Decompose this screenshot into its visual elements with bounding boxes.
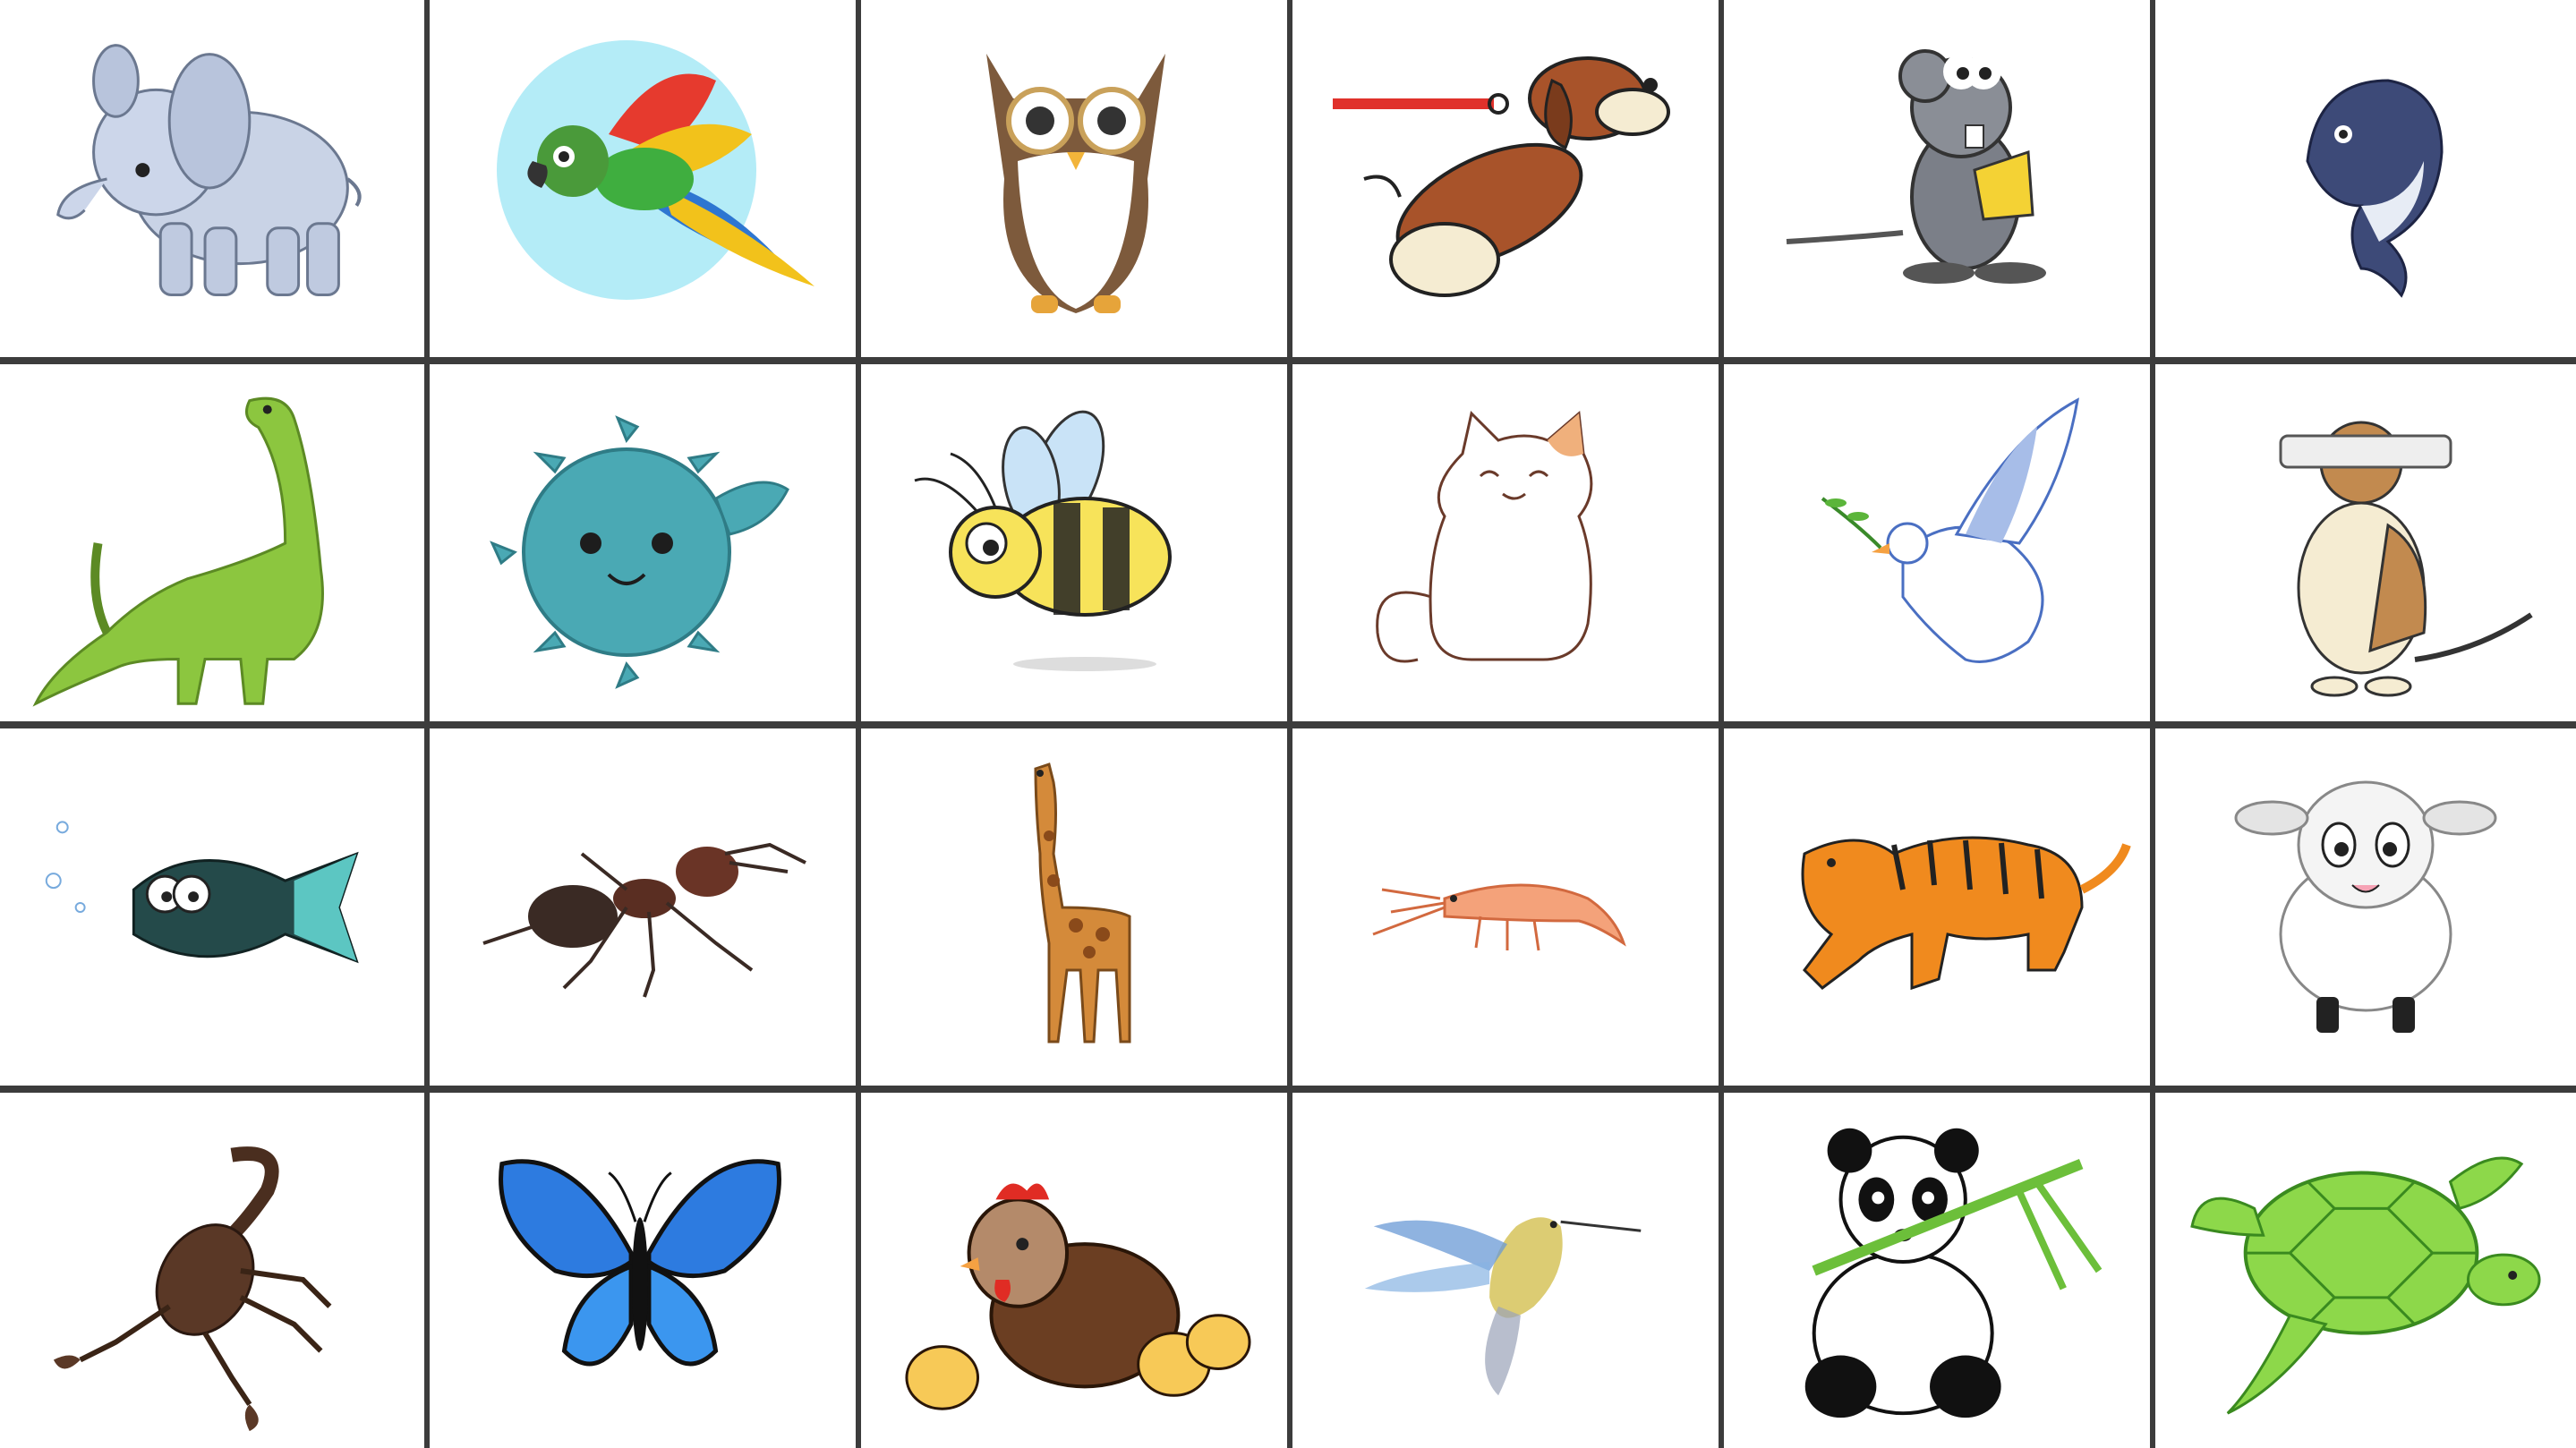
tile-piranha[interactable] <box>0 728 424 1086</box>
butterfly-icon <box>499 1159 781 1367</box>
bee-icon <box>914 410 1172 671</box>
cat-icon <box>1376 411 1593 663</box>
tile-sea-turtle[interactable] <box>2155 1093 2576 1448</box>
pufferfish-icon <box>490 415 789 689</box>
panda-icon <box>1804 1128 2103 1418</box>
animal-grid <box>0 0 2576 1448</box>
tile-shrimp[interactable] <box>1292 728 1719 1086</box>
tile-mouse[interactable] <box>1724 0 2150 357</box>
tile-dog-leash[interactable] <box>1292 0 1719 357</box>
dove-icon <box>1821 397 2079 663</box>
tile-sheep[interactable] <box>2155 728 2576 1086</box>
dinosaur-icon <box>32 396 324 707</box>
tile-hen[interactable] <box>861 1093 1287 1448</box>
tile-dove[interactable] <box>1724 364 2150 721</box>
tile-tiger[interactable] <box>1724 728 2150 1086</box>
tile-cat[interactable] <box>1292 364 1719 721</box>
tile-parrot[interactable] <box>430 0 856 357</box>
elephant-icon <box>56 44 362 296</box>
mouse-with-cheese-icon <box>1786 49 2046 284</box>
tile-ant[interactable] <box>430 728 856 1086</box>
tile-pufferfish[interactable] <box>430 364 856 721</box>
tile-dog-newspaper[interactable] <box>2155 364 2576 721</box>
tile-giraffe[interactable] <box>861 728 1287 1086</box>
sheep-icon <box>2234 780 2497 1033</box>
tile-bee[interactable] <box>861 364 1287 721</box>
tile-hummingbird[interactable] <box>1292 1093 1719 1448</box>
tile-dinosaur[interactable] <box>0 364 424 721</box>
hen-with-chicks-icon <box>905 1183 1251 1410</box>
tile-owl[interactable] <box>861 0 1287 357</box>
sea-turtle-icon <box>2190 1156 2541 1415</box>
dog-with-newspaper-icon <box>2279 421 2533 697</box>
tile-elephant[interactable] <box>0 0 424 357</box>
tiger-icon <box>1801 836 2131 991</box>
owl-icon <box>986 54 1165 313</box>
piranha-icon <box>45 821 359 964</box>
shrimp-icon <box>1372 883 1626 951</box>
tile-panda[interactable] <box>1724 1093 2150 1448</box>
dog-on-leash-icon <box>1333 56 1670 297</box>
parrot-icon <box>497 40 815 300</box>
scorpion-icon <box>53 1146 332 1432</box>
tile-scorpion[interactable] <box>0 1093 424 1448</box>
dolphin-icon <box>2306 79 2444 298</box>
tile-dolphin[interactable] <box>2155 0 2576 357</box>
hummingbird-icon <box>1364 1217 1642 1396</box>
ant-icon <box>482 842 806 998</box>
giraffe-icon <box>1034 762 1131 1043</box>
tile-butterfly[interactable] <box>430 1093 856 1448</box>
